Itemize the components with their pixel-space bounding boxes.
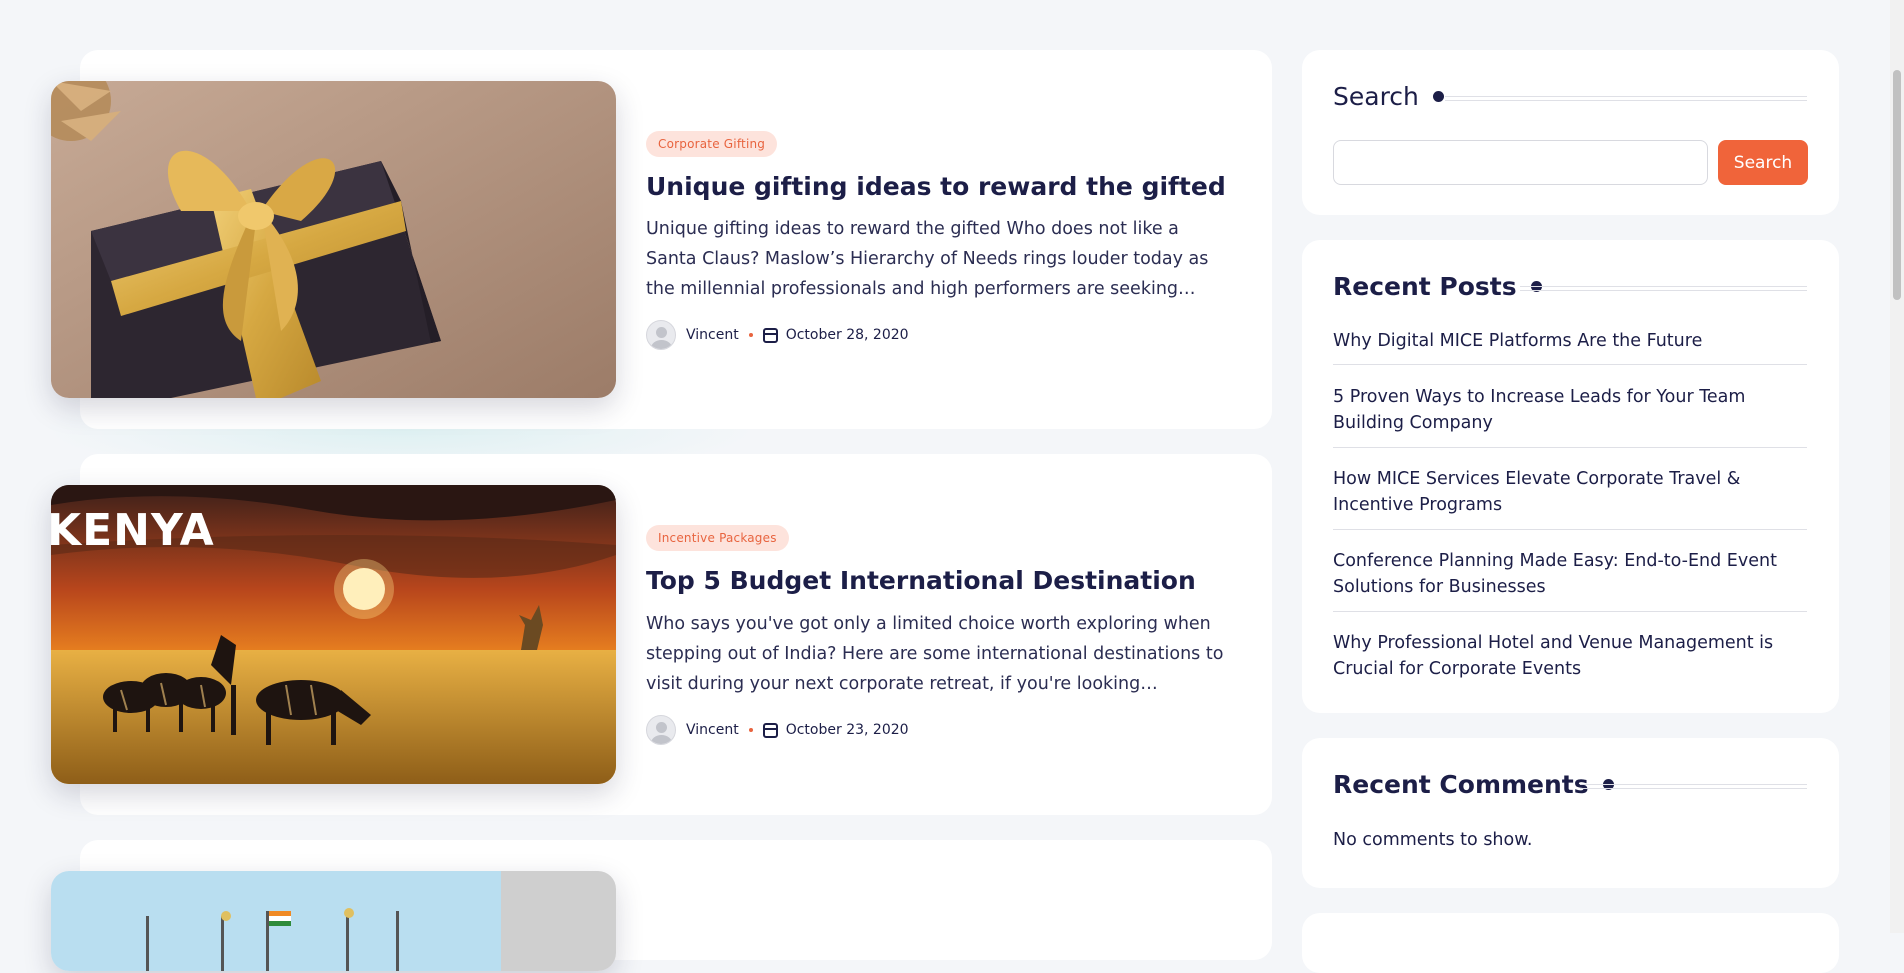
search-widget-title: Search — [1333, 82, 1444, 111]
post-author[interactable]: Vincent — [686, 327, 739, 343]
recent-post-link[interactable]: 5 Proven Ways to Increase Leads for Your… — [1333, 384, 1807, 436]
post-category-badge[interactable]: Incentive Packages — [646, 525, 789, 551]
image-caption: KENYA — [51, 505, 215, 556]
gift-box-image — [51, 81, 616, 398]
recent-post-link[interactable]: How MICE Services Elevate Corporate Trav… — [1333, 466, 1807, 518]
recent-post-link[interactable]: Why Professional Hotel and Venue Managem… — [1333, 630, 1807, 682]
author-avatar[interactable] — [646, 320, 676, 350]
scrollbar-track[interactable] — [1890, 0, 1904, 933]
scrollbar-thumb[interactable] — [1893, 70, 1901, 300]
widget-title-text: Recent Posts — [1333, 272, 1517, 301]
sidebar-widget — [1302, 913, 1839, 973]
post-meta: Vincent October 23, 2020 — [646, 715, 909, 745]
post-category-badge[interactable]: Corporate Gifting — [646, 131, 778, 157]
calendar-icon — [762, 722, 778, 738]
post-thumbnail[interactable] — [51, 81, 616, 398]
post-date[interactable]: October 28, 2020 — [786, 327, 909, 343]
post-thumbnail[interactable]: KENYA — [51, 485, 616, 784]
author-avatar[interactable] — [646, 715, 676, 745]
title-divider — [1520, 286, 1807, 291]
recent-post-divider — [1333, 447, 1807, 448]
widget-title-text: Search — [1333, 82, 1419, 111]
title-divider — [1445, 96, 1807, 101]
post-meta: Vincent October 28, 2020 — [646, 320, 909, 350]
calendar-icon — [762, 327, 778, 343]
title-divider — [1580, 784, 1807, 789]
recent-posts-title: Recent Posts — [1333, 272, 1542, 301]
recent-post-divider — [1333, 611, 1807, 612]
post-excerpt: Unique gifting ideas to reward the gifte… — [646, 219, 1209, 299]
post-author[interactable]: Vincent — [686, 722, 739, 738]
recent-post-divider — [1333, 529, 1807, 530]
recent-post-link[interactable]: Conference Planning Made Easy: End-to-En… — [1333, 548, 1807, 600]
meta-separator — [748, 728, 753, 732]
post-excerpt: Who says you've got only a limited choic… — [646, 614, 1224, 694]
post-image — [51, 871, 616, 971]
post-thumbnail[interactable] — [51, 871, 616, 971]
no-comments-text: No comments to show. — [1333, 830, 1533, 850]
search-button[interactable]: Search — [1718, 140, 1808, 185]
post-title[interactable]: Top 5 Budget International Destination — [646, 566, 1196, 595]
recent-post-divider — [1333, 364, 1807, 365]
meta-separator — [748, 333, 753, 337]
post-title[interactable]: Unique gifting ideas to reward the gifte… — [646, 172, 1226, 201]
recent-post-link[interactable]: Why Digital MICE Platforms Are the Futur… — [1333, 328, 1807, 354]
title-dot-icon — [1432, 91, 1444, 102]
search-input[interactable] — [1333, 140, 1708, 185]
recent-comments-widget — [1302, 738, 1839, 888]
search-widget — [1302, 50, 1839, 215]
widget-title-text: Recent Comments — [1333, 770, 1589, 799]
recent-comments-title: Recent Comments — [1333, 770, 1614, 799]
post-date[interactable]: October 23, 2020 — [786, 722, 909, 738]
